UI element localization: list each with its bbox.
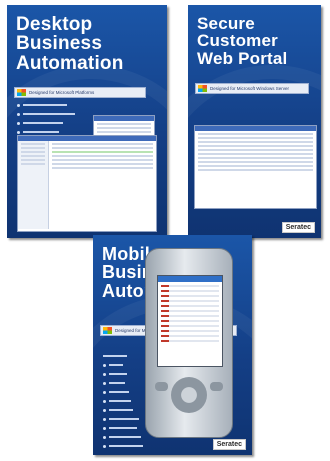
partner-strip: Designed for Microsoft Platforms: [14, 87, 146, 98]
product-box-web-portal[interactable]: Secure Customer Web Portal Designed for …: [188, 5, 321, 238]
product-box-desktop[interactable]: Desktop Business Automation Designed for…: [7, 5, 167, 238]
screenshot-thumbnail: [17, 135, 157, 232]
list-item: [103, 416, 143, 422]
list-item: [17, 120, 75, 126]
list-item: [103, 434, 143, 440]
company-logo: Seratec: [212, 439, 246, 450]
list-item: [103, 371, 143, 377]
product-title: Desktop Business Automation: [16, 14, 124, 74]
windows-logo-icon: [17, 89, 26, 96]
feature-list: [103, 353, 143, 452]
list-item: [17, 111, 75, 117]
list-item: [103, 380, 143, 386]
pda-screen: [157, 275, 223, 367]
pda-device-icon: [145, 248, 233, 438]
product-title: Secure Customer Web Portal: [197, 14, 288, 68]
list-item: [103, 407, 143, 413]
dpad-icon: [171, 377, 207, 413]
windows-logo-icon: [103, 327, 112, 334]
partner-text: Designed for Microsoft Windows Server: [210, 86, 290, 91]
partner-text: Designed for Microsoft Platforms: [29, 90, 95, 95]
list-item: [103, 443, 143, 449]
list-item: [103, 389, 143, 395]
screenshot-thumbnail: [194, 125, 317, 209]
list-item: [103, 398, 143, 404]
list-item: [103, 425, 143, 431]
list-item: [103, 353, 143, 359]
partner-strip: Designed for Microsoft Windows Server: [195, 83, 309, 94]
list-item: [17, 102, 75, 108]
company-logo: Seratec: [281, 222, 315, 233]
list-item: [103, 362, 143, 368]
windows-logo-icon: [198, 85, 207, 92]
